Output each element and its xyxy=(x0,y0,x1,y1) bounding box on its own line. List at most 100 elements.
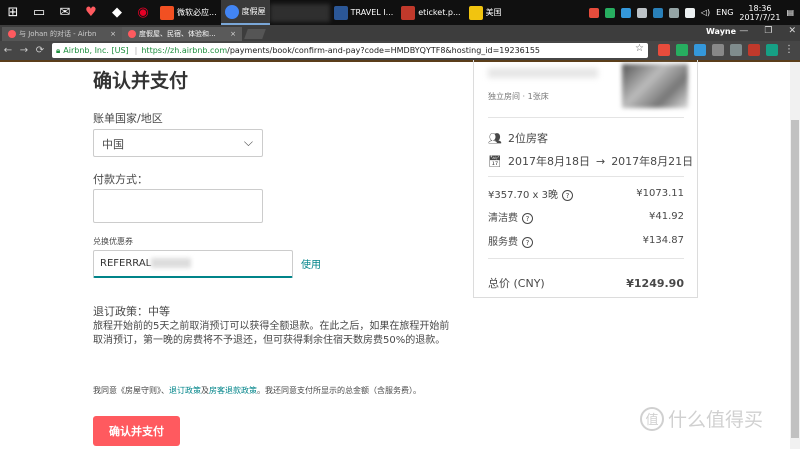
reload-icon[interactable]: ⟳ xyxy=(32,45,48,56)
watermark-text: 什么值得买 xyxy=(668,409,764,431)
maximize-icon[interactable]: ❐ xyxy=(764,26,772,36)
coupon-input[interactable]: REFERRAL xyxy=(93,250,293,278)
tab-airbnb-active[interactable]: 度假屋、民宿、体验和... × xyxy=(122,27,242,41)
tray-app-icon[interactable] xyxy=(652,7,663,18)
office-app-icon xyxy=(160,5,174,20)
bookmark-star-icon[interactable]: ☆ xyxy=(635,43,644,54)
apply-coupon-link[interactable]: 使用 xyxy=(301,256,321,271)
extension-icon[interactable] xyxy=(658,44,670,56)
redacted-coupon-code xyxy=(151,258,192,268)
listing-thumbnail[interactable] xyxy=(622,64,688,108)
airbnb-favicon xyxy=(128,30,136,38)
extension-icon[interactable] xyxy=(712,44,724,56)
cancellation-policy-text: 旅程开始前的5天之前取消预订可以获得全额退款。在此之后，如果在旅程开始前取消预订… xyxy=(93,321,450,346)
browser-toolbar: ← → ⟳ 🔒︎ Airbnb, Inc. [US] | https://zh.… xyxy=(0,41,800,60)
windows-start-icon[interactable]: ⊞ xyxy=(0,0,26,25)
info-icon[interactable]: ? xyxy=(562,190,573,201)
extension-icon[interactable] xyxy=(694,44,706,56)
guests-row: 👥︎ 2位房客 xyxy=(488,130,548,146)
address-bar[interactable]: 🔒︎ Airbnb, Inc. [US] | https://zh.airbnb… xyxy=(52,43,648,58)
input-language[interactable]: ENG xyxy=(716,8,733,17)
total-row: 总价 (CNY) ¥1249.90 xyxy=(488,275,684,291)
checkin-date: 2017年8月18日 xyxy=(507,155,590,168)
volume-icon[interactable]: ◁) xyxy=(701,8,710,17)
tab-johan-conversation[interactable]: 与 Johan 的对话 - Airbn × xyxy=(2,27,122,41)
agreement-text: 我同意《房屋守则》、退订政策及房客退款政策。我还同意支付所显示的总金额（含服务费… xyxy=(93,385,483,397)
tray-app-icon[interactable] xyxy=(588,7,599,18)
extension-icon[interactable] xyxy=(748,44,760,56)
security-label: Airbnb, Inc. [US] xyxy=(63,46,129,55)
taskbar-app-folder[interactable]: 美国 xyxy=(465,0,506,25)
agreement-prefix: 我同意《房屋守则》、 xyxy=(93,386,169,395)
tray-app-icon[interactable] xyxy=(620,7,631,18)
guests-icon: 👥︎ xyxy=(488,131,502,145)
divider xyxy=(488,117,684,118)
nightly-label: ¥357.70 x 3晚? xyxy=(488,186,573,201)
clock-time: 18:36 xyxy=(748,3,772,13)
window-controls: — ❐ ✕ xyxy=(739,26,796,36)
fox-app-icon[interactable]: ◆ xyxy=(104,0,130,25)
new-tab-button[interactable] xyxy=(244,29,266,39)
extension-icons: ⋮ xyxy=(658,44,796,56)
arrow-right-icon: → xyxy=(595,154,606,168)
extension-icon[interactable] xyxy=(766,44,778,56)
refund-policy-link[interactable]: 房客退款政策 xyxy=(209,386,257,395)
redacted-listing-title xyxy=(488,68,598,78)
page-title: 确认并支付 xyxy=(93,70,189,92)
info-icon[interactable]: ? xyxy=(522,237,533,248)
mail-icon[interactable]: ✉ xyxy=(52,0,78,25)
cleaning-fee-row: 清洁费? ¥41.92 xyxy=(488,209,684,224)
clock-date: 2017/7/21 xyxy=(739,12,781,22)
tray-app-icon[interactable] xyxy=(604,7,615,18)
pdf-icon xyxy=(401,5,416,20)
menu-icon[interactable]: ⋮ xyxy=(784,44,796,56)
url-host: https://zh.airbnb.com xyxy=(141,46,228,55)
booking-summary-card: 独立房间 · 1张床 👥︎ 2位房客 📅︎ 2017年8月18日 → 2017年… xyxy=(473,60,698,298)
clock[interactable]: 18:36 2017/7/21 xyxy=(739,4,780,22)
close-tab-icon[interactable]: × xyxy=(230,30,236,38)
taskbar-app-eticket[interactable]: eticket.p... xyxy=(397,0,464,25)
chrome-icon xyxy=(224,4,239,19)
chevron-down-icon: ⌵ xyxy=(243,135,253,149)
extension-icon[interactable] xyxy=(730,44,742,56)
coupon-label: 兑换优惠券 xyxy=(93,237,133,246)
service-fee-row: 服务费? ¥134.87 xyxy=(488,233,684,248)
tray-app-icon[interactable] xyxy=(684,7,695,18)
windows-taskbar: ⊞ ▭ ✉ ♥ ◆ ◉ 微软必应... 度假屋 TRAVEL I... etic… xyxy=(0,0,800,25)
total-label: 总价 (CNY) xyxy=(488,277,545,290)
netease-music-icon[interactable]: ◉ xyxy=(130,0,156,25)
taskbar-app-bing[interactable]: 微软必应... xyxy=(156,0,221,25)
scrollbar-thumb[interactable] xyxy=(791,120,799,438)
back-icon[interactable]: ← xyxy=(0,45,16,56)
browser-tab-strip: 与 Johan 的对话 - Airbn × 度假屋、民宿、体验和... × Wa… xyxy=(0,25,800,41)
minimize-icon[interactable]: — xyxy=(739,26,748,36)
desktop-icon[interactable]: ▭ xyxy=(26,0,52,25)
country-select[interactable]: 中国 ⌵ xyxy=(93,129,263,157)
agreement-suffix: 。我还同意支付所显示的总金额（含服务费）。 xyxy=(257,386,421,395)
divider xyxy=(488,176,684,177)
close-window-icon[interactable]: ✕ xyxy=(788,26,796,36)
confirm-pay-button[interactable]: 确认并支付 xyxy=(93,416,180,446)
taskbar-app-travel[interactable]: TRAVEL I... xyxy=(330,0,398,25)
cancellation-policy-link[interactable]: 退订政策 xyxy=(169,386,201,395)
profile-name[interactable]: Wayne xyxy=(706,27,736,36)
tray-app-icon[interactable] xyxy=(636,7,647,18)
nightly-amount: ¥1073.11 xyxy=(636,188,684,199)
forward-icon[interactable]: → xyxy=(16,45,32,56)
cleaning-fee-label: 清洁费? xyxy=(488,209,533,224)
word-doc-icon xyxy=(333,5,348,20)
close-tab-icon[interactable]: × xyxy=(110,30,116,38)
service-fee-label: 服务费? xyxy=(488,233,533,248)
total-amount: ¥1249.90 xyxy=(626,276,684,290)
extension-icon[interactable] xyxy=(676,44,688,56)
separator: | xyxy=(134,46,138,55)
folder-icon xyxy=(468,5,483,20)
payment-method-field[interactable] xyxy=(93,189,263,223)
service-fee-amount: ¥134.87 xyxy=(642,235,684,246)
info-icon[interactable]: ? xyxy=(522,213,533,224)
taskbar-app-chrome[interactable]: 度假屋 xyxy=(220,0,270,25)
system-tray: ◁) ENG 18:36 2017/7/21 ▤ xyxy=(588,0,800,25)
tray-app-icon[interactable] xyxy=(668,7,679,18)
red-app-icon[interactable]: ♥ xyxy=(78,0,104,25)
notification-icon[interactable]: ▤ xyxy=(786,8,794,17)
